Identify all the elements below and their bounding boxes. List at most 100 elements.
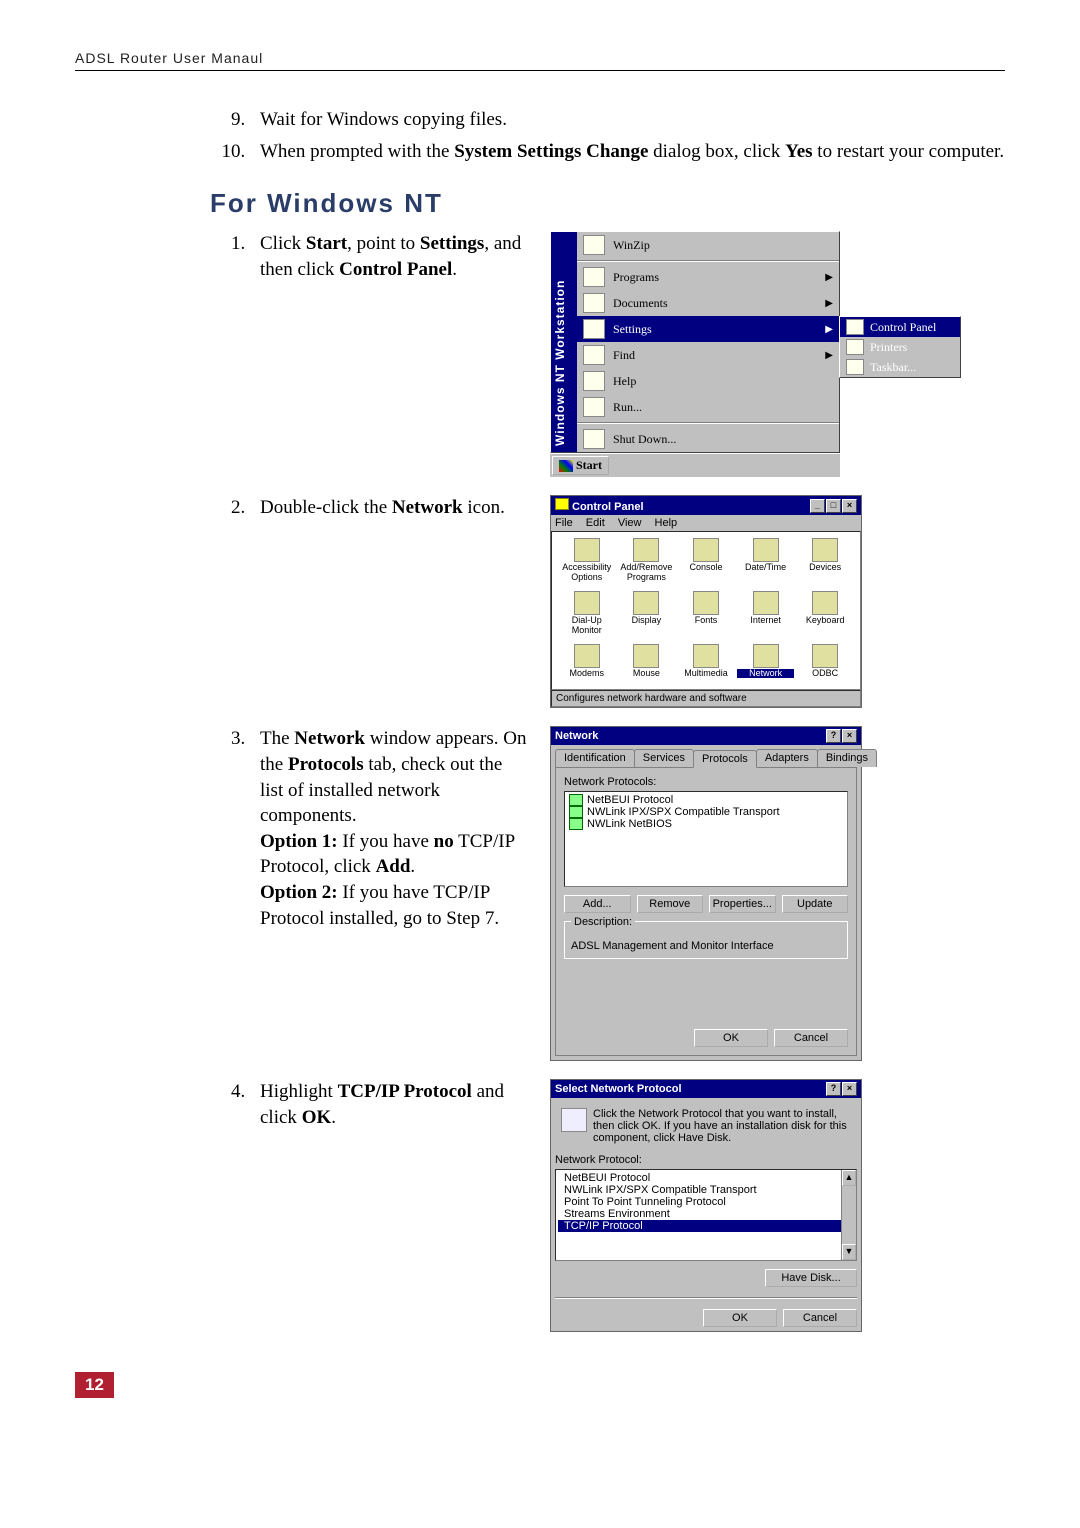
- cp-internet[interactable]: Internet: [737, 591, 795, 640]
- list-item[interactable]: NetBEUI Protocol: [567, 794, 845, 806]
- menu-file[interactable]: File: [555, 517, 573, 529]
- start-item-find[interactable]: Find▶: [577, 342, 839, 368]
- cp-display[interactable]: Display: [618, 591, 676, 640]
- description-group: Description: ADSL Management and Monitor…: [564, 921, 848, 959]
- cp-console[interactable]: Console: [677, 538, 735, 587]
- start-item-winzip[interactable]: WinZip: [577, 232, 839, 258]
- menu-view[interactable]: View: [618, 517, 642, 529]
- cp-keyboard[interactable]: Keyboard: [796, 591, 854, 640]
- submenu-control-panel[interactable]: Control Panel: [840, 317, 960, 337]
- have-disk-button[interactable]: Have Disk...: [765, 1269, 857, 1287]
- cp-datetime[interactable]: Date/Time: [737, 538, 795, 587]
- t: Date/Time: [737, 563, 795, 572]
- start-item-run[interactable]: Run...: [577, 394, 839, 420]
- arrow-icon: ▶: [825, 272, 833, 283]
- list-item[interactable]: NWLink IPX/SPX Compatible Transport: [558, 1184, 854, 1196]
- cp-dialup[interactable]: Dial-Up Monitor: [558, 591, 616, 640]
- t: Console: [677, 563, 735, 572]
- help-icon[interactable]: ?: [826, 729, 841, 743]
- screenshot-start-menu: Windows NT Workstation WinZip Programs▶ …: [550, 231, 840, 477]
- cp-modems[interactable]: Modems: [558, 644, 616, 683]
- protocol-icon: [569, 806, 583, 818]
- t: Click: [260, 233, 306, 254]
- protocols-listbox[interactable]: NetBEUI Protocol NWLink IPX/SPX Compatib…: [564, 791, 848, 887]
- t: Help: [613, 374, 636, 389]
- t: The: [260, 728, 294, 749]
- ok-button[interactable]: OK: [703, 1309, 777, 1327]
- start-item-documents[interactable]: Documents▶: [577, 290, 839, 316]
- scroll-down-icon[interactable]: ▼: [842, 1244, 856, 1260]
- scrollbar[interactable]: ▲ ▼: [841, 1170, 856, 1260]
- scroll-up-icon[interactable]: ▲: [842, 1170, 856, 1186]
- cancel-button[interactable]: Cancel: [783, 1309, 857, 1327]
- tab-adapters[interactable]: Adapters: [756, 749, 818, 767]
- cp-devices[interactable]: Devices: [796, 538, 854, 587]
- windows-flag-icon: [559, 460, 573, 472]
- cancel-button[interactable]: Cancel: [774, 1029, 848, 1047]
- remove-button[interactable]: Remove: [637, 895, 704, 913]
- t: Internet: [737, 616, 795, 625]
- top-ordered-list: Wait for Windows copying files. When pro…: [210, 107, 1005, 164]
- cp-accessibility[interactable]: Accessibility Options: [558, 538, 616, 587]
- start-item-settings[interactable]: Settings▶ Control Panel Printers Taskbar…: [577, 316, 839, 342]
- list-item[interactable]: NWLink IPX/SPX Compatible Transport: [567, 806, 845, 818]
- find-icon: [583, 345, 605, 365]
- properties-button[interactable]: Properties...: [709, 895, 776, 913]
- start-button[interactable]: Start: [552, 456, 609, 475]
- t: .: [331, 1107, 336, 1128]
- t: Shut Down...: [613, 432, 676, 447]
- running-header: ADSL Router User Manaul: [75, 50, 1005, 66]
- close-icon[interactable]: ×: [842, 729, 857, 743]
- t: Add: [376, 856, 411, 877]
- tab-services[interactable]: Services: [634, 749, 694, 767]
- arrow-icon: ▶: [825, 350, 833, 361]
- cp-multimedia[interactable]: Multimedia: [677, 644, 735, 683]
- t: OK: [302, 1107, 332, 1128]
- step-10-a: When prompted with the: [260, 141, 454, 162]
- cp-addremove[interactable]: Add/Remove Programs: [618, 538, 676, 587]
- submenu-taskbar[interactable]: Taskbar...: [840, 357, 960, 377]
- close-icon[interactable]: ×: [842, 1082, 857, 1096]
- tab-identification[interactable]: Identification: [555, 749, 635, 767]
- cp-network[interactable]: Network: [737, 644, 795, 683]
- ok-button[interactable]: OK: [694, 1029, 768, 1047]
- add-button[interactable]: Add...: [564, 895, 631, 913]
- list-item[interactable]: Point To Point Tunneling Protocol: [558, 1196, 854, 1208]
- t: NWLink IPX/SPX Compatible Transport: [564, 1184, 757, 1196]
- list-item[interactable]: NWLink NetBIOS: [567, 818, 845, 830]
- protocols-panel: Network Protocols: NetBEUI Protocol NWLi…: [555, 767, 857, 1056]
- tab-protocols[interactable]: Protocols: [693, 750, 757, 768]
- cp-fonts[interactable]: Fonts: [677, 591, 735, 640]
- submenu-printers[interactable]: Printers: [840, 337, 960, 357]
- arrow-icon: ▶: [825, 324, 833, 335]
- minimize-icon[interactable]: _: [810, 499, 825, 513]
- list-item-selected[interactable]: TCP/IP Protocol: [558, 1220, 854, 1232]
- step-9: Wait for Windows copying files.: [250, 107, 1005, 133]
- start-sidebar: Windows NT Workstation: [551, 232, 577, 452]
- t: .: [410, 856, 415, 877]
- update-button[interactable]: Update: [782, 895, 849, 913]
- menu-help[interactable]: Help: [655, 517, 678, 529]
- tab-bindings[interactable]: Bindings: [817, 749, 877, 767]
- list-item[interactable]: Streams Environment: [558, 1208, 854, 1220]
- start-item-programs[interactable]: Programs▶: [577, 264, 839, 290]
- start-item-help[interactable]: Help: [577, 368, 839, 394]
- t: Multimedia: [677, 669, 735, 678]
- t: Dial-Up Monitor: [558, 616, 616, 635]
- cp-mouse[interactable]: Mouse: [618, 644, 676, 683]
- cp-odbc[interactable]: ODBC: [796, 644, 854, 683]
- t: Taskbar...: [870, 360, 916, 375]
- close-icon[interactable]: ×: [842, 499, 857, 513]
- protocol-listbox[interactable]: NetBEUI Protocol NWLink IPX/SPX Compatib…: [555, 1169, 857, 1261]
- list-item[interactable]: NetBEUI Protocol: [558, 1172, 854, 1184]
- icon-grid: Accessibility Options Add/Remove Program…: [551, 531, 861, 690]
- t: Settings: [420, 233, 484, 254]
- help-icon[interactable]: ?: [826, 1082, 841, 1096]
- t: Network: [392, 497, 463, 518]
- maximize-icon[interactable]: □: [826, 499, 841, 513]
- t: NetBEUI Protocol: [564, 1172, 650, 1184]
- start-item-shutdown[interactable]: Shut Down...: [577, 426, 839, 452]
- menu-edit[interactable]: Edit: [586, 517, 605, 529]
- t: Start: [306, 233, 347, 254]
- t: ODBC: [796, 669, 854, 678]
